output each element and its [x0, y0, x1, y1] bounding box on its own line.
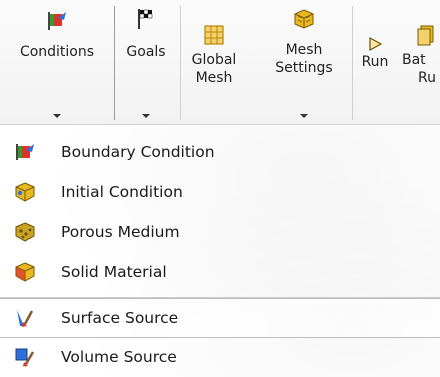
conditions-dropdown-menu: Boundary Condition Initial Condition Por…	[0, 126, 440, 377]
chevron-down-icon[interactable]	[300, 114, 308, 118]
conditions-label: Conditions	[19, 44, 95, 60]
global-mesh-button[interactable]: Global Mesh	[184, 0, 244, 124]
menu-item-volume-source[interactable]: Volume Source	[0, 337, 440, 377]
mesh-settings-icon	[294, 9, 314, 29]
conditions-icon	[48, 12, 66, 30]
porous-medium-icon	[15, 222, 35, 242]
menu-item-porous-medium[interactable]: Porous Medium	[0, 212, 440, 252]
conditions-button[interactable]: Conditions	[0, 0, 114, 124]
volume-source-icon	[15, 348, 35, 367]
ribbon-separator	[352, 6, 353, 120]
chevron-down-icon[interactable]	[142, 114, 150, 118]
batch-run-label-line1: Bat	[402, 52, 426, 68]
ribbon-separator	[180, 6, 181, 120]
menu-item-label: Solid Material	[61, 263, 167, 281]
menu-item-label: Boundary Condition	[61, 143, 215, 161]
batch-run-icon	[417, 25, 434, 46]
menu-item-label: Initial Condition	[61, 183, 183, 201]
menu-item-solid-material[interactable]: Solid Material	[0, 252, 440, 292]
batch-run-label-line2: Ru	[418, 70, 436, 86]
menu-item-label: Volume Source	[61, 348, 177, 366]
chevron-down-icon[interactable]	[53, 114, 61, 118]
checkered-flag-icon	[138, 9, 153, 29]
menu-item-surface-source[interactable]: Surface Source	[0, 298, 440, 338]
run-icon	[369, 36, 383, 52]
goals-label: Goals	[126, 44, 166, 60]
menu-item-initial-condition[interactable]: Initial Condition	[0, 172, 440, 212]
surface-source-icon	[17, 310, 34, 327]
batch-run-button[interactable]: Bat Ru	[398, 0, 440, 124]
run-label: Run	[361, 54, 389, 70]
menu-item-label: Porous Medium	[61, 223, 180, 241]
initial-condition-icon	[15, 182, 35, 202]
ribbon-toolbar: Conditions Goals Global Mesh Mesh Settin…	[0, 0, 440, 125]
solid-material-icon	[15, 262, 35, 282]
menu-item-label: Surface Source	[61, 309, 179, 327]
mesh-settings-label-line2: Settings	[275, 60, 333, 76]
mesh-settings-label-line1: Mesh	[285, 42, 323, 58]
mesh-settings-button[interactable]: Mesh Settings	[265, 0, 343, 124]
boundary-condition-icon	[16, 144, 34, 160]
global-mesh-label-line2: Mesh	[195, 70, 233, 86]
menu-item-boundary-condition[interactable]: Boundary Condition	[0, 132, 440, 172]
run-button[interactable]: Run	[354, 0, 396, 124]
global-mesh-icon	[204, 25, 224, 45]
global-mesh-label-line1: Global	[191, 52, 237, 68]
goals-button[interactable]: Goals	[115, 0, 177, 124]
